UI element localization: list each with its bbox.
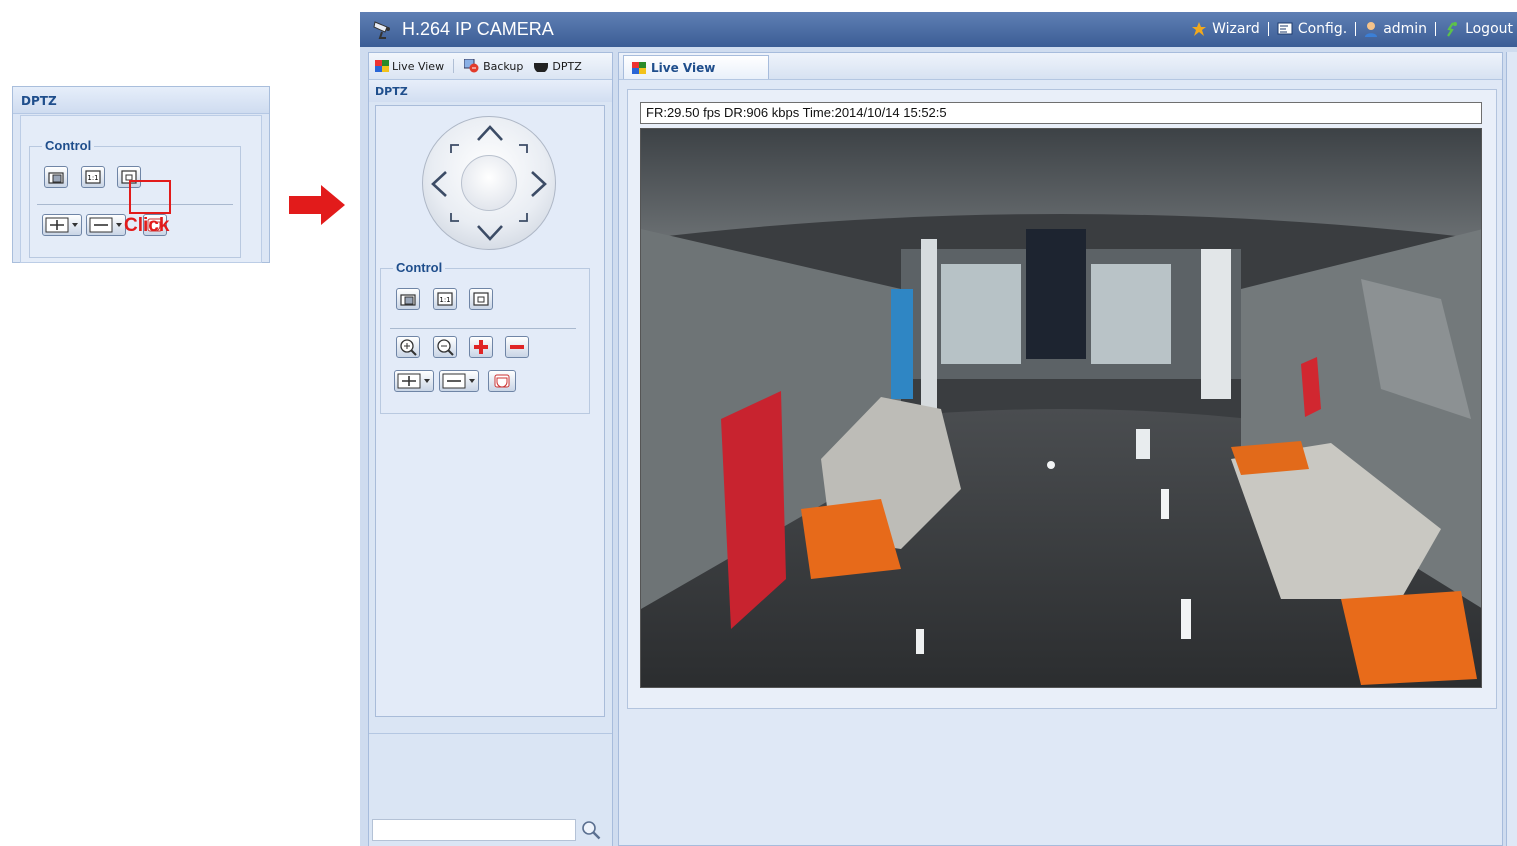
user-link[interactable]: admin: [1358, 21, 1433, 37]
cruise-dropdown-button[interactable]: [86, 214, 126, 236]
camera-scene-image: [641, 129, 1481, 687]
tab-backup[interactable]: Backup: [464, 59, 529, 73]
pan-up-right-arrow[interactable]: [515, 141, 531, 157]
camera-snapshot-icon: [48, 172, 64, 184]
nav-divider: [1355, 22, 1357, 36]
pan-down-left-arrow[interactable]: [447, 209, 463, 225]
original-size-button[interactable]: 1:1: [81, 166, 105, 188]
dptz-control-legend: Control: [393, 260, 446, 275]
search-icon[interactable]: [581, 820, 601, 840]
dptz-panel-body: Control 1:1: [375, 105, 605, 717]
tab-live-view-main[interactable]: Live View: [623, 55, 769, 79]
dewarp-button[interactable]: [488, 370, 516, 392]
cruise-dropdown-icon: [442, 373, 475, 389]
pan-right-arrow[interactable]: [529, 169, 549, 199]
main-content-panel: Live View FR:29.50 fps DR:906 kbps Time:…: [618, 52, 1503, 846]
live-video-feed[interactable]: [640, 128, 1482, 688]
nav-divider: [1435, 22, 1437, 36]
fit-window-button[interactable]: [469, 288, 493, 310]
preset-dropdown-button[interactable]: [42, 214, 82, 236]
plus-icon: [474, 340, 488, 354]
wizard-link[interactable]: Wizard: [1185, 21, 1266, 37]
one-to-one-icon: 1:1: [437, 292, 453, 306]
camera-web-app: H.264 IP CAMERA Wizard Config. admin Log…: [360, 12, 1517, 846]
pan-up-left-arrow[interactable]: [447, 141, 463, 157]
video-status-line: FR:29.50 fps DR:906 kbps Time:2014/10/14…: [640, 102, 1482, 124]
backup-icon: [464, 59, 479, 73]
cruise-dropdown-button[interactable]: [439, 370, 479, 392]
dewarp-icon: [494, 374, 510, 388]
tab-dptz-label: DPTZ: [552, 59, 582, 73]
zoom-in-button[interactable]: [396, 336, 420, 358]
config-label: Config.: [1297, 21, 1348, 37]
snapshot-button[interactable]: [44, 166, 68, 188]
tab-live-view[interactable]: Live View: [375, 59, 460, 73]
app-title: H.264 IP CAMERA: [402, 19, 554, 39]
live-view-frame: FR:29.50 fps DR:906 kbps Time:2014/10/14…: [627, 89, 1497, 709]
add-button[interactable]: [469, 336, 493, 358]
nav-divider: [1267, 22, 1269, 36]
pan-down-arrow[interactable]: [475, 223, 505, 243]
minus-icon: [510, 345, 524, 349]
wizard-icon: [1192, 22, 1207, 36]
svg-text:1:1: 1:1: [87, 174, 98, 182]
dptz-icon: [534, 63, 549, 72]
preset-dropdown-icon: [45, 217, 78, 233]
callout-dptz-panel: DPTZ Control 1:1 Click: [12, 86, 270, 263]
logout-link[interactable]: Logout: [1438, 21, 1517, 37]
logout-icon: [1447, 22, 1458, 37]
logout-label: Logout: [1465, 21, 1513, 37]
one-to-one-icon: 1:1: [85, 170, 101, 184]
ptz-home-button[interactable]: [461, 155, 517, 211]
zoom-in-icon: [400, 339, 417, 356]
original-size-button[interactable]: 1:1: [433, 288, 457, 310]
config-link[interactable]: Config.: [1271, 21, 1353, 37]
cruise-dropdown-icon: [89, 217, 122, 233]
pan-up-arrow[interactable]: [475, 123, 505, 143]
tab-live-view-main-label: Live View: [651, 60, 716, 75]
pan-down-right-arrow[interactable]: [515, 209, 531, 225]
user-label: admin: [1383, 21, 1428, 37]
fit-window-icon: [473, 292, 489, 306]
wizard-label: Wizard: [1212, 21, 1260, 37]
zoom-out-icon: [437, 339, 454, 356]
user-icon: [1365, 22, 1378, 37]
left-panel: Live View Backup DPTZ DPTZ Control 1:1: [368, 52, 613, 846]
main-tab-bar: Live View: [619, 53, 1502, 80]
ptz-direction-dial[interactable]: [422, 116, 556, 250]
callout-control-legend: Control: [42, 138, 95, 153]
click-highlight-box: [129, 180, 171, 214]
dptz-separator: [390, 328, 576, 329]
config-icon: [1277, 22, 1293, 35]
live-view-icon: [375, 60, 389, 72]
search-input[interactable]: [372, 819, 576, 841]
title-bar: H.264 IP CAMERA Wizard Config. admin Log…: [360, 12, 1517, 47]
camera-snapshot-icon: [400, 294, 416, 306]
click-label: Click: [124, 215, 170, 236]
callout-title: DPTZ: [13, 87, 269, 114]
svg-text:1:1: 1:1: [439, 296, 450, 304]
pan-left-arrow[interactable]: [429, 169, 449, 199]
preset-dropdown-button[interactable]: [394, 370, 434, 392]
tab-dptz[interactable]: DPTZ: [533, 60, 587, 73]
preset-dropdown-icon: [397, 373, 430, 389]
camera-logo-icon: [373, 21, 390, 39]
tab-live-view-label: Live View: [392, 59, 445, 73]
live-view-icon: [632, 61, 646, 74]
left-tab-bar: Live View Backup DPTZ: [369, 53, 612, 80]
remove-button[interactable]: [505, 336, 529, 358]
tab-backup-label: Backup: [483, 59, 524, 73]
right-arrow-icon: [289, 185, 345, 225]
snapshot-button[interactable]: [396, 288, 420, 310]
zoom-out-button[interactable]: [433, 336, 457, 358]
right-edge-strip: [1506, 52, 1517, 846]
tab-divider: [453, 59, 455, 73]
left-bottom-area: [369, 733, 612, 846]
dptz-panel-title: DPTZ: [369, 80, 612, 102]
top-navigation: Wizard Config. admin Logout: [1185, 21, 1517, 37]
